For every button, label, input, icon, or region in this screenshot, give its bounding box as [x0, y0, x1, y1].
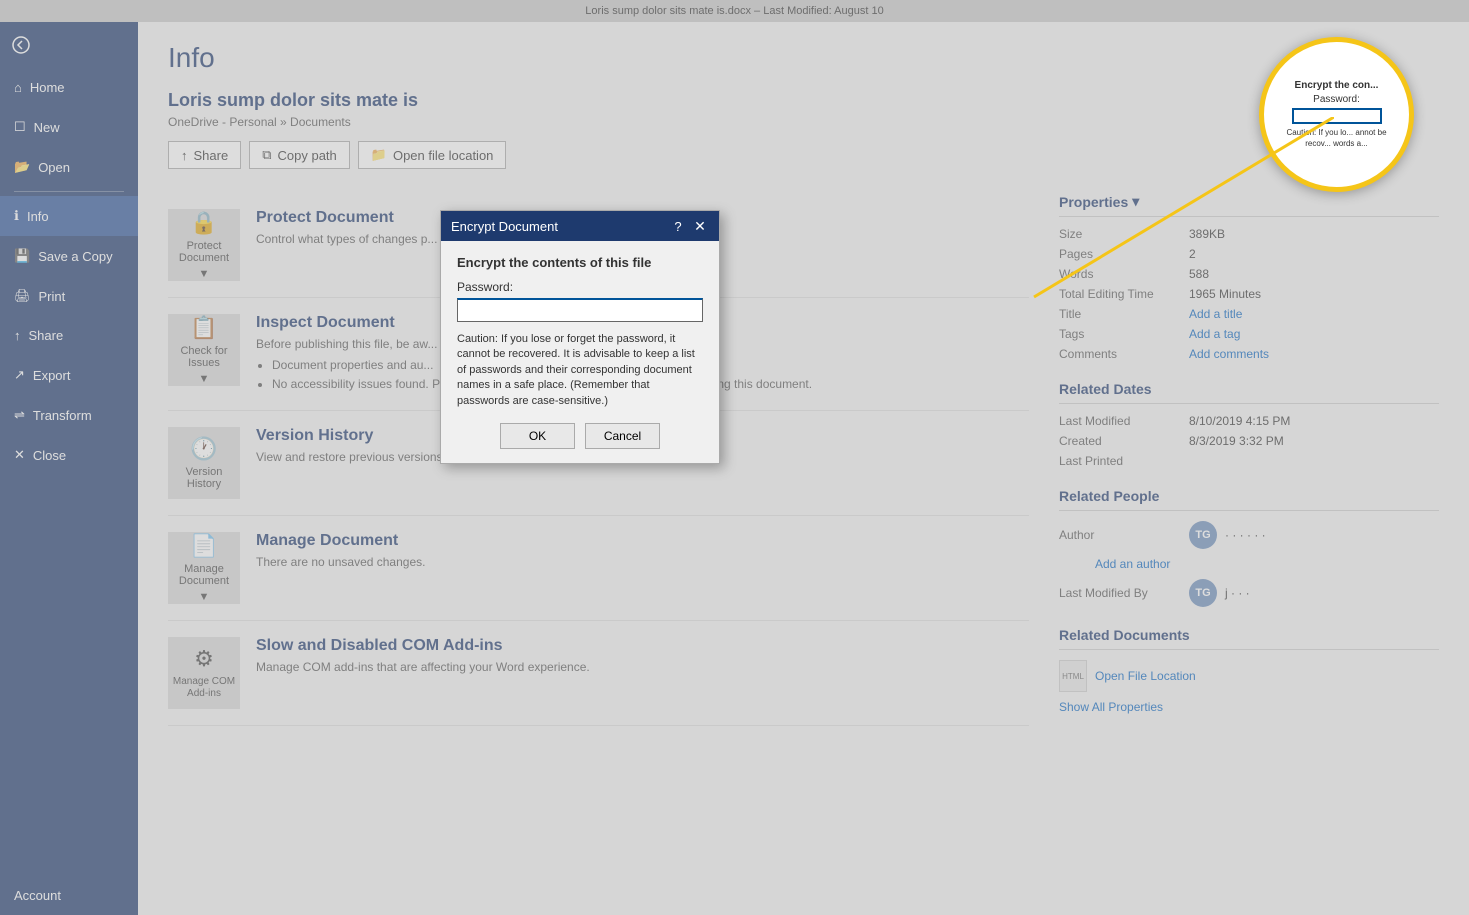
zoom-callout-title: Encrypt the con...	[1295, 80, 1379, 91]
dialog-title-text: Encrypt Document	[451, 219, 558, 234]
zoom-callout-container: Encrypt the con... Password: Caution: If…	[1259, 37, 1414, 192]
content-area: Info Loris sump dolor sits mate is OneDr…	[138, 22, 1469, 915]
encrypt-dialog-wrapper: Encrypt Document ? ✕ Encrypt the content…	[440, 210, 720, 464]
zoom-callout-password-label: Password:	[1313, 94, 1360, 105]
dialog-caution-text: Caution: If you lose or forget the passw…	[457, 332, 703, 409]
dialog-close-button[interactable]: ✕	[691, 217, 709, 235]
dialog-help-button[interactable]: ?	[669, 217, 687, 235]
callout-arrow	[974, 117, 1334, 317]
dialog-body-title: Encrypt the contents of this file	[457, 255, 703, 270]
dialog-ok-button[interactable]: OK	[500, 423, 575, 449]
dialog-cancel-button[interactable]: Cancel	[585, 423, 660, 449]
encrypt-dialog: Encrypt Document ? ✕ Encrypt the content…	[440, 210, 720, 464]
dialog-body: Encrypt the contents of this file Passwo…	[441, 241, 719, 463]
dialog-password-label: Password:	[457, 280, 703, 294]
dialog-password-input[interactable]	[457, 298, 703, 322]
dialog-buttons: OK Cancel	[457, 423, 703, 449]
dialog-titlebar: Encrypt Document ? ✕	[441, 211, 719, 241]
